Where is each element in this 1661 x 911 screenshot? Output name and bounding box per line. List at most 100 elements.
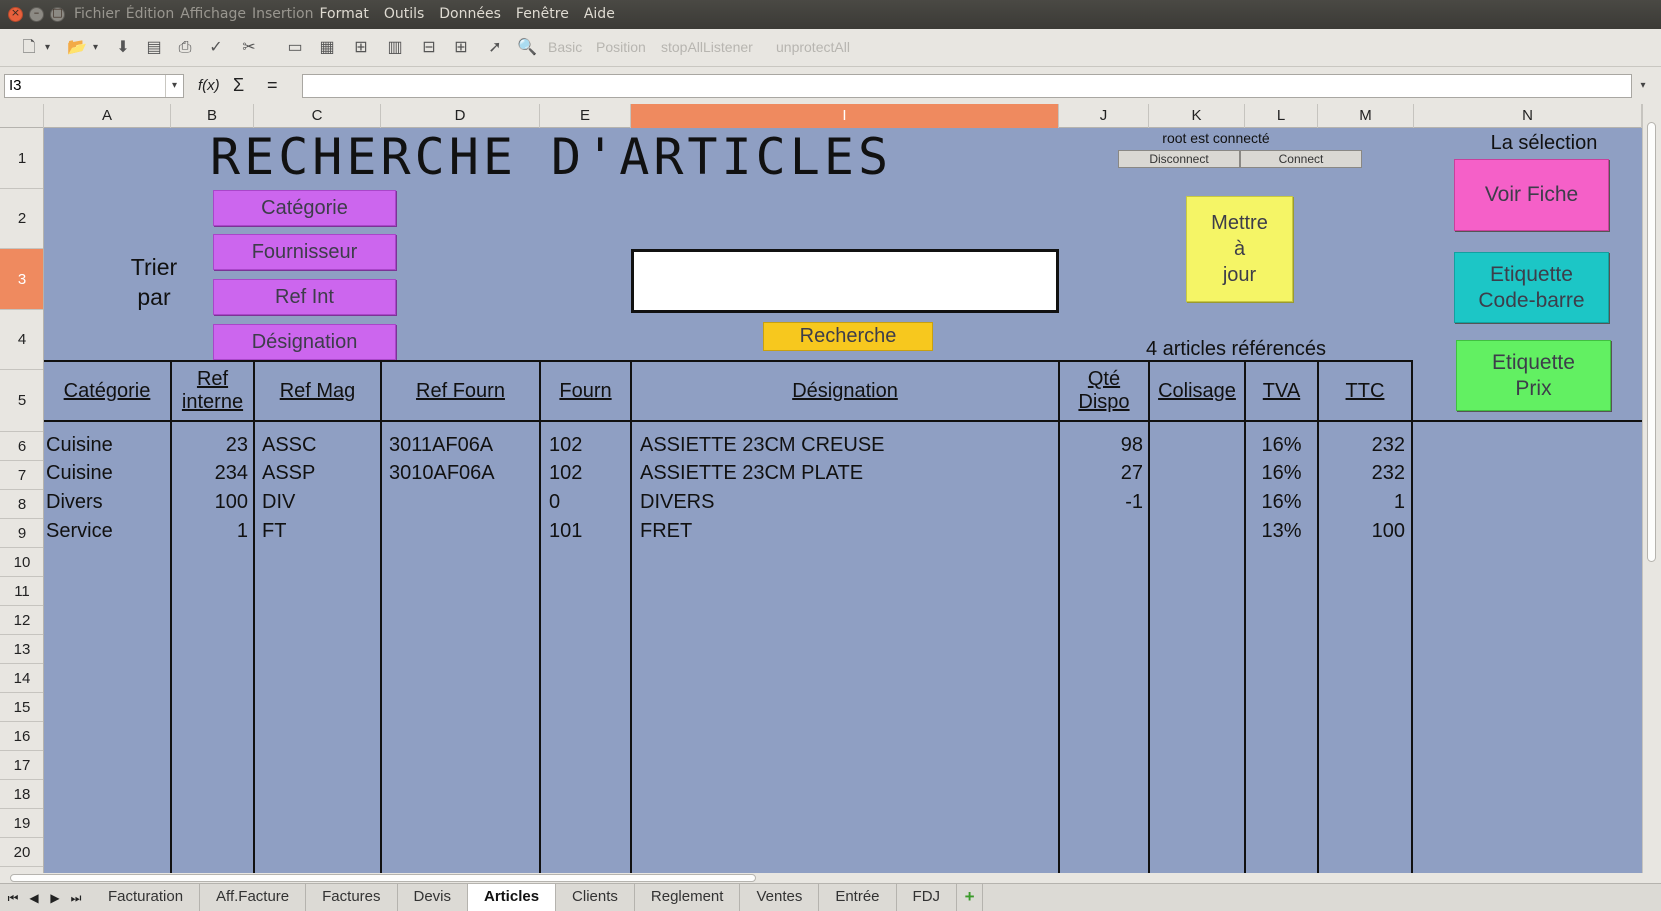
export-pdf-icon[interactable]: ▤: [143, 37, 165, 59]
tab-aff-facture[interactable]: Aff.Facture: [200, 884, 307, 911]
columns-icon[interactable]: ▥: [384, 37, 406, 59]
zoom-icon[interactable]: 🔍: [516, 37, 538, 59]
column-header-b[interactable]: B: [171, 104, 254, 128]
save-icon[interactable]: ⬇: [112, 37, 134, 59]
row-header[interactable]: 6: [0, 432, 43, 461]
row-header[interactable]: 12: [0, 606, 43, 635]
menu-format[interactable]: Format: [319, 6, 368, 22]
tab-fdj[interactable]: FDJ: [896, 884, 958, 911]
maximize-window-button[interactable]: □: [50, 6, 65, 22]
column-header-m[interactable]: M: [1318, 104, 1414, 128]
cell-ref-interne[interactable]: 23: [172, 431, 248, 459]
row-header[interactable]: 15: [0, 693, 43, 722]
cell-qte-dispo[interactable]: -1: [1060, 488, 1143, 516]
cell-designation[interactable]: ASSIETTE 23CM PLATE: [640, 459, 1055, 487]
cell-ref-interne[interactable]: 1: [172, 517, 248, 545]
column-header-a[interactable]: A: [44, 104, 171, 128]
row-header[interactable]: 14: [0, 664, 43, 693]
tab-devis[interactable]: Devis: [397, 884, 469, 911]
formula-icon[interactable]: =: [267, 75, 278, 96]
cell-ref-mag[interactable]: ASSC: [262, 431, 377, 459]
cell-categorie[interactable]: Service: [46, 517, 166, 545]
cell-ref-mag[interactable]: ASSP: [262, 459, 377, 487]
search-button[interactable]: Recherche: [763, 322, 933, 351]
chevron-down-icon[interactable]: ▾: [165, 75, 183, 97]
column-header-k[interactable]: K: [1149, 104, 1245, 128]
new-document-icon[interactable]: 🗋: [18, 37, 50, 59]
tab-entree[interactable]: Entrée: [819, 884, 897, 911]
macro-basic-button[interactable]: Basic: [548, 39, 582, 55]
row-header[interactable]: 10: [0, 548, 43, 577]
column-header-j[interactable]: J: [1059, 104, 1149, 128]
price-label-button[interactable]: Etiquette Prix: [1456, 340, 1611, 411]
cell-colisage[interactable]: [1154, 488, 1239, 516]
minimize-window-button[interactable]: –: [29, 6, 44, 22]
sort-by-category-button[interactable]: Catégorie: [213, 190, 396, 226]
cell-ref-mag[interactable]: FT: [262, 517, 377, 545]
search-input[interactable]: [631, 249, 1059, 313]
tab-articles[interactable]: Articles: [468, 884, 557, 911]
column-header-l[interactable]: L: [1245, 104, 1318, 128]
cell-designation[interactable]: ASSIETTE 23CM CREUSE: [640, 431, 1055, 459]
open-folder-icon[interactable]: 📂: [66, 37, 98, 59]
cell-tva[interactable]: 16%: [1246, 488, 1317, 516]
connect-button[interactable]: Connect: [1240, 150, 1362, 168]
header-ttc[interactable]: TTC: [1319, 362, 1411, 420]
cell-tva[interactable]: 16%: [1246, 459, 1317, 487]
tab-facturation[interactable]: Facturation: [92, 884, 201, 911]
macro-unprotectall-button[interactable]: unprotectAll: [776, 39, 850, 55]
row-header[interactable]: 5: [0, 370, 43, 432]
menu-outils[interactable]: Outils: [384, 6, 424, 22]
menu-fenetre[interactable]: Fenêtre: [516, 6, 569, 22]
header-ref-fourn[interactable]: Ref Fourn: [382, 362, 539, 420]
sort-by-supplier-button[interactable]: Fournisseur: [213, 234, 396, 270]
row-header[interactable]: 13: [0, 635, 43, 664]
row-header[interactable]: 18: [0, 780, 43, 809]
cell-designation[interactable]: FRET: [640, 517, 1055, 545]
header-designation[interactable]: Désignation: [632, 362, 1058, 420]
cell-qte-dispo[interactable]: 98: [1060, 431, 1143, 459]
row-header[interactable]: 7: [0, 461, 43, 490]
disconnect-button[interactable]: Disconnect: [1118, 150, 1240, 168]
menu-insertion[interactable]: Insertion: [252, 6, 313, 22]
update-button[interactable]: Mettre à jour: [1186, 196, 1293, 302]
header-ref-mag[interactable]: Ref Mag: [255, 362, 380, 420]
cell-colisage[interactable]: [1154, 517, 1239, 545]
column-header-i[interactable]: I: [631, 104, 1059, 128]
expand-formula-icon[interactable]: ▾: [1636, 74, 1650, 98]
cell-colisage[interactable]: [1154, 459, 1239, 487]
cell-fourn[interactable]: 0: [549, 488, 629, 516]
select-all-corner[interactable]: [0, 104, 44, 128]
row-header[interactable]: 4: [0, 310, 43, 370]
sort-by-designation-button[interactable]: Désignation: [213, 324, 396, 360]
cell-tva[interactable]: 13%: [1246, 517, 1317, 545]
scrollbar-thumb[interactable]: [10, 874, 756, 882]
sum-icon[interactable]: Σ: [233, 75, 244, 96]
column-header-e[interactable]: E: [540, 104, 631, 128]
row-header[interactable]: 16: [0, 722, 43, 751]
row-header[interactable]: 20: [0, 838, 43, 867]
macro-stopalllistener-button[interactable]: stopAllListener: [661, 39, 753, 55]
cell-ttc[interactable]: 232: [1319, 431, 1405, 459]
row-header[interactable]: 9: [0, 519, 43, 548]
row-header[interactable]: 2: [0, 189, 43, 249]
row-header[interactable]: 1: [0, 128, 43, 189]
name-box[interactable]: I3 ▾: [4, 74, 184, 98]
cell-ttc[interactable]: 100: [1319, 517, 1405, 545]
tab-clients[interactable]: Clients: [556, 884, 635, 911]
menu-affichage[interactable]: Affichage: [180, 6, 246, 22]
row-header[interactable]: 19: [0, 809, 43, 838]
macro-position-button[interactable]: Position: [596, 39, 646, 55]
scrollbar-thumb[interactable]: [1647, 122, 1656, 562]
view-card-button[interactable]: Voir Fiche: [1454, 159, 1609, 231]
formula-input[interactable]: [302, 74, 1632, 98]
header-categorie[interactable]: Catégorie: [44, 362, 170, 420]
header-tva[interactable]: TVA: [1246, 362, 1317, 420]
select-pointer-icon[interactable]: ➚: [484, 37, 506, 59]
column-header-d[interactable]: D: [381, 104, 540, 128]
clone-formatting-icon[interactable]: ✂: [238, 37, 260, 59]
table-icon[interactable]: ⊟: [418, 37, 440, 59]
vertical-scrollbar[interactable]: [1642, 104, 1661, 873]
cell-categorie[interactable]: Divers: [46, 488, 166, 516]
tab-ventes[interactable]: Ventes: [740, 884, 820, 911]
